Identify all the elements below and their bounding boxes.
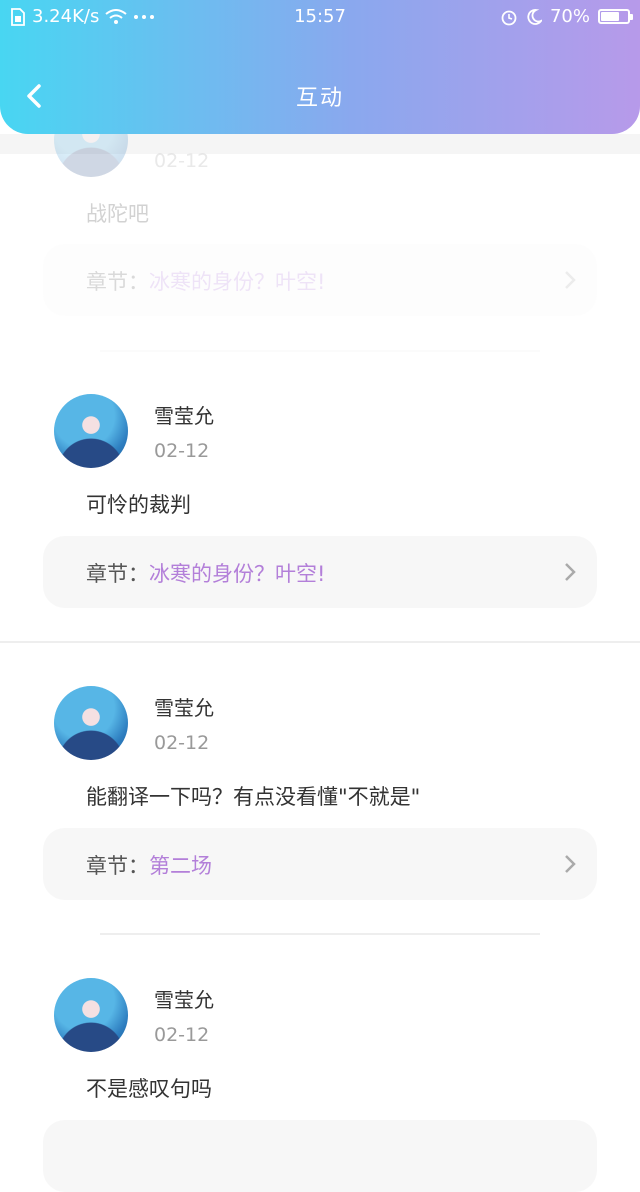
user-name[interactable]: 雪莹允 <box>154 984 214 1013</box>
user-name[interactable]: 雪莹允 <box>154 400 214 429</box>
divider <box>100 350 540 352</box>
chapter-line: 章节：第二场 <box>86 850 212 880</box>
comment-feed: 02-12 战陀吧 章节：冰寒的身份？叶空! 雪莹允 02-12 可怜的裁判 章… <box>0 0 640 1192</box>
app-header: 3.24K/s 15:57 70% 互动 <box>0 0 640 134</box>
chapter-line: 章节：冰寒的身份？叶空! <box>86 558 325 588</box>
chevron-right-icon <box>565 855 576 873</box>
status-bar: 3.24K/s 15:57 70% <box>0 0 640 34</box>
comment-date: 02-12 <box>154 1024 210 1046</box>
divider <box>100 933 540 935</box>
chapter-link[interactable]: 章节：冰寒的身份？叶空! <box>43 536 597 608</box>
battery-percent: 70% <box>549 6 590 27</box>
chapter-title: 冰寒的身份？叶空! <box>149 562 326 586</box>
moon-icon <box>527 8 542 25</box>
chapter-title: 第二场 <box>149 854 212 878</box>
chapter-link[interactable] <box>43 1120 597 1192</box>
chevron-right-icon <box>565 563 576 581</box>
comment-text: 不是感叹句吗 <box>86 1077 212 1101</box>
chapter-prefix: 章节： <box>86 270 149 294</box>
divider <box>0 641 640 643</box>
chevron-right-icon <box>565 271 576 289</box>
avatar[interactable] <box>54 978 128 1052</box>
battery-icon <box>598 9 633 24</box>
chapter-title: 冰寒的身份？叶空! <box>149 270 326 294</box>
user-name[interactable]: 雪莹允 <box>154 692 214 721</box>
battery-fill <box>601 12 619 21</box>
chapter-prefix: 章节： <box>86 854 149 878</box>
alarm-icon <box>501 10 517 25</box>
avatar[interactable] <box>54 394 128 468</box>
comment-text: 可怜的裁判 <box>86 493 191 517</box>
status-right: 70% <box>500 6 633 27</box>
comment-date: 02-12 <box>154 440 210 462</box>
chapter-line: 章节：冰寒的身份？叶空! <box>86 266 325 296</box>
chapter-link[interactable]: 章节：第二场 <box>43 828 597 900</box>
comment-date: 02-12 <box>154 150 210 172</box>
chapter-prefix: 章节： <box>86 562 149 586</box>
comment-text: 能翻译一下吗？有点没看懂"不就是" <box>86 785 421 809</box>
comment-date: 02-12 <box>154 732 210 754</box>
page-title: 互动 <box>295 86 344 111</box>
chapter-link[interactable]: 章节：冰寒的身份？叶空! <box>43 244 597 316</box>
avatar[interactable] <box>54 686 128 760</box>
comment-text: 战陀吧 <box>86 202 149 226</box>
